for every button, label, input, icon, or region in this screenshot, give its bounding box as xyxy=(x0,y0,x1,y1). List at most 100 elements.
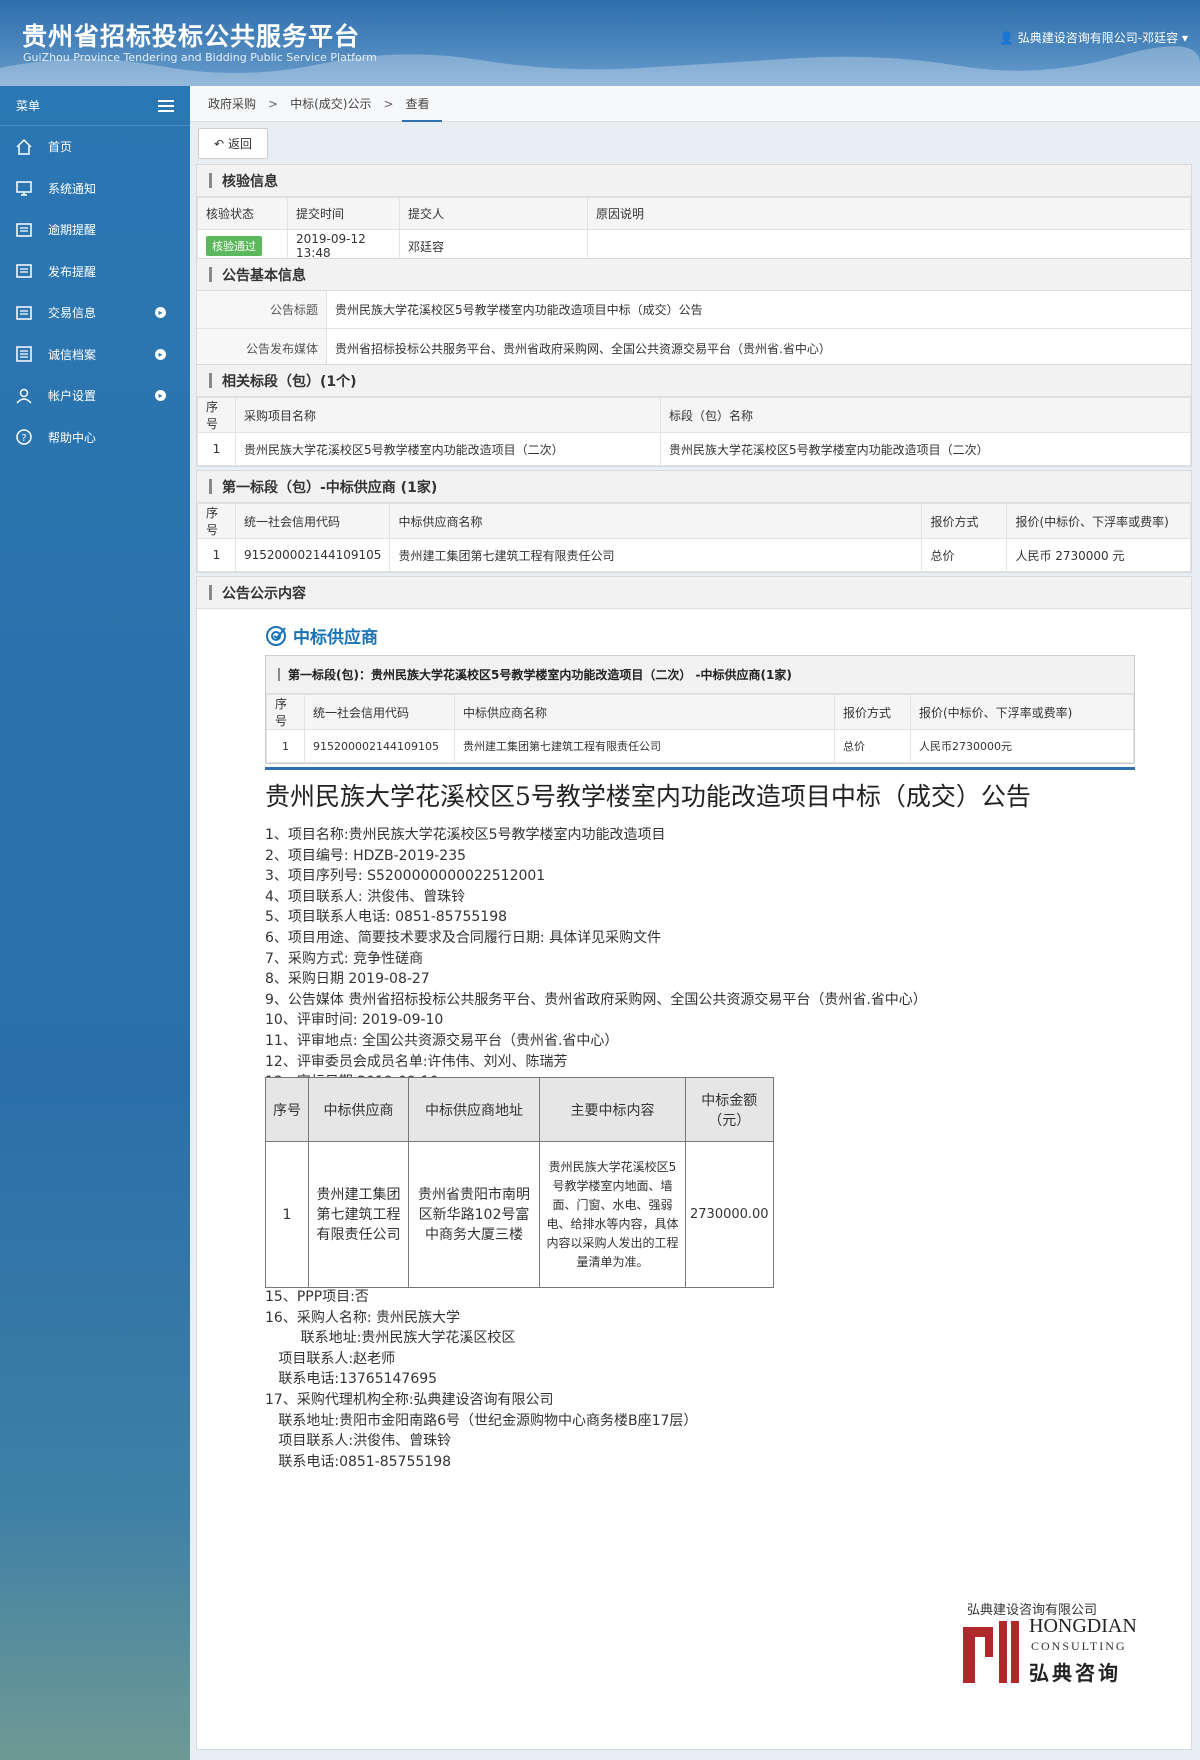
result-header-supplier: 中标供应商 xyxy=(308,1077,409,1142)
supplier-title: 第一标段（包）-中标供应商 (1家) xyxy=(197,471,1191,503)
basic-info-key: 公告发布媒体 xyxy=(197,329,327,367)
sidebar-item-trade[interactable]: 交易信息 ▸ xyxy=(0,292,190,334)
announcement-line: 17、采购代理机构全称:弘典建设咨询有限公司 xyxy=(265,1391,554,1408)
supplier-header-quote: 报价(中标价、下浮率或费率) xyxy=(1006,503,1191,539)
sidebar-item-help[interactable]: ? 帮助中心 xyxy=(0,417,190,459)
result-header-address: 中标供应商地址 xyxy=(408,1077,540,1142)
platform-subtitle: GuiZhou Province Tendering and Bidding P… xyxy=(23,51,377,64)
verify-header-person: 提交人 xyxy=(399,197,588,230)
winner-table: 序号 统一社会信用代码 中标供应商名称 报价方式 报价(中标价、下浮率或费率) … xyxy=(266,694,1134,763)
hamburger-icon[interactable] xyxy=(158,99,174,112)
winner-heading-label: 中标供应商 xyxy=(293,628,378,648)
user-menu[interactable]: 👤 弘典建设咨询有限公司-邓廷容 ▾ xyxy=(999,29,1188,46)
table-row: 1 915200002144109105 贵州建工集团第七建筑工程有限责任公司 … xyxy=(266,729,1134,763)
announcement-line: 2、项目编号: HDZB-2019-235 xyxy=(265,847,467,864)
table-row: 1 915200002144109105 贵州建工集团第七建筑工程有限责任公司 … xyxy=(197,538,1191,572)
announcement-line: 6、项目用途、简要技术要求及合同履行日期: 具体详见采购文件 xyxy=(265,929,662,946)
winner-heading: 中标供应商 xyxy=(265,623,378,648)
breadcrumb-separator: > xyxy=(268,96,279,111)
user-icon xyxy=(14,386,34,406)
announcement-line: 12、评审委员会成员名单:许伟伟、刘刈、陈瑞芳 xyxy=(265,1053,568,1070)
table-cell: 1 xyxy=(265,1141,309,1288)
sidebar-item-notice[interactable]: 系统通知 xyxy=(0,168,190,210)
table-cell: 1 xyxy=(197,432,236,466)
verify-table: 核验状态 提交时间 提交人 原因说明 核验通过 2019-09-12 13:48… xyxy=(197,197,1191,263)
result-header-content: 主要中标内容 xyxy=(539,1077,686,1142)
breadcrumb-item-award-notice[interactable]: 中标(成交)公示 xyxy=(286,86,383,122)
announcement-line: 9、公告媒体 贵州省招标投标公共服务平台、贵州省政府采购网、全国公共资源交易平台… xyxy=(265,991,927,1008)
winner-box-title: 第一标段(包)：贵州民族大学花溪校区5号教学楼室内功能改造项目（二次） -中标供… xyxy=(266,656,1134,694)
announcement-line: 联系电话:13765147695 xyxy=(265,1371,438,1388)
help-icon: ? xyxy=(14,427,34,447)
back-arrow-icon: ↶ xyxy=(213,136,225,151)
sections-header-section: 标段（包）名称 xyxy=(660,397,1191,433)
verify-header-status: 核验状态 xyxy=(197,197,288,230)
breadcrumb-item-procurement[interactable]: 政府采购 xyxy=(204,86,268,122)
chevron-right-icon: ▸ xyxy=(155,348,166,360)
winner-header-no: 序号 xyxy=(266,694,305,730)
announcement-line: 16、采购人名称: 贵州民族大学 xyxy=(265,1309,460,1326)
company-logo: 弘典建设咨询有限公司 HONGDIAN CONSULTING 弘典咨询 xyxy=(961,1599,1151,1704)
breadcrumb: 政府采购 > 中标(成交)公示 > 查看 xyxy=(190,86,1200,122)
announcement-list: 1、项目名称:贵州民族大学花溪校区5号教学楼室内功能改造项目 2、项目编号: H… xyxy=(265,825,1145,1113)
sidebar-item-credit[interactable]: 诚信档案 ▸ xyxy=(0,334,190,376)
list-icon xyxy=(14,344,34,364)
supplier-header-code: 统一社会信用代码 xyxy=(234,503,391,539)
chevron-right-icon: ▸ xyxy=(155,390,166,402)
sidebar-item-account[interactable]: 帐户设置 ▸ xyxy=(0,375,190,417)
back-button[interactable]: ↶ 返回 xyxy=(198,128,268,159)
sidebar-item-publish[interactable]: 发布提醒 xyxy=(0,251,190,293)
sidebar-item-label: 逾期提醒 xyxy=(48,223,97,238)
basic-info-value: 贵州省招标投标公共服务平台、贵州省政府采购网、全国公共资源交易平台（贵州省.省中… xyxy=(335,341,831,356)
user-name: 弘典建设咨询有限公司-邓廷容 xyxy=(1017,31,1179,45)
table-row: 1 贵州民族大学花溪校区5号教学楼室内功能改造项目（二次） 贵州民族大学花溪校区… xyxy=(197,432,1191,466)
home-icon xyxy=(14,137,34,157)
supplier-header-quote-type: 报价方式 xyxy=(921,503,1008,539)
result-header-no: 序号 xyxy=(265,1077,309,1142)
award-result-table: 序号 中标供应商 中标供应商地址 主要中标内容 中标金额（元） 1 贵州建工集团… xyxy=(265,1077,774,1288)
basic-info-row: 公告发布媒体 贵州省招标投标公共服务平台、贵州省政府采购网、全国公共资源交易平台… xyxy=(197,329,1191,367)
supplier-panel: 第一标段（包）-中标供应商 (1家) 序号 统一社会信用代码 中标供应商名称 报… xyxy=(196,470,1192,573)
table-cell: 贵州省贵阳市南明区新华路102号富中商务大厦三楼 xyxy=(408,1141,540,1288)
basic-info-value: 贵州民族大学花溪校区5号教学楼室内功能改造项目中标（成交）公告 xyxy=(335,303,703,317)
caret-down-icon: ▾ xyxy=(1181,31,1188,45)
table-cell: 贵州民族大学花溪校区5号教学楼室内功能改造项目（二次） xyxy=(235,432,661,466)
content-panel: 公告公示内容 中标供应商 第一标段(包)：贵州民族大学花溪校区5号教学楼室内功能… xyxy=(196,576,1192,1750)
document-icon xyxy=(14,220,34,240)
table-cell: 总价 xyxy=(834,729,911,763)
winner-header-quote-type: 报价方式 xyxy=(834,694,911,730)
verify-header-time: 提交时间 xyxy=(287,197,400,230)
table-cell: 人民币2730000元 xyxy=(910,729,1134,763)
announcement-line: 15、PPP项目:否 xyxy=(265,1289,369,1305)
document-icon xyxy=(14,303,34,323)
table-cell: 贵州建工集团第七建筑工程有限责任公司 xyxy=(308,1141,409,1288)
table-cell: 贵州民族大学花溪校区5号教学楼室内功能改造项目（二次） xyxy=(660,432,1191,466)
announcement-line: 7、采购方式: 竞争性磋商 xyxy=(265,950,424,967)
user-icon: 👤 xyxy=(999,31,1014,45)
document-icon xyxy=(14,261,34,281)
chevron-right-icon: ▸ xyxy=(155,307,166,319)
sidebar-item-label: 首页 xyxy=(48,140,73,155)
table-cell: 总价 xyxy=(921,538,1008,572)
sidebar-item-home[interactable]: 首页 xyxy=(0,126,190,168)
logo-en-2: CONSULTING xyxy=(1031,1639,1127,1653)
top-header: 贵州省招标投标公共服务平台 GuiZhou Province Tendering… xyxy=(0,0,1200,86)
verify-panel: 核验信息 核验状态 提交时间 提交人 原因说明 核验通过 2019-09-12 … xyxy=(196,164,1192,264)
sections-table: 序号 采购项目名称 标段（包）名称 1 贵州民族大学花溪校区5号教学楼室内功能改… xyxy=(197,397,1191,466)
table-cell: 贵州民族大学花溪校区5号教学楼室内地面、墙面、门窗、水电、强弱电、给排水等内容，… xyxy=(539,1141,686,1288)
announcement-line: 联系地址:贵州民族大学花溪区校区 xyxy=(265,1330,516,1347)
sidebar-menu-head: 菜单 xyxy=(0,86,190,126)
basic-info-key: 公告标题 xyxy=(197,291,327,328)
sections-header-project: 采购项目名称 xyxy=(235,397,661,433)
sections-header-no: 序号 xyxy=(197,397,236,433)
platform-title: 贵州省招标投标公共服务平台 xyxy=(22,22,361,51)
sidebar-item-label: 系统通知 xyxy=(48,181,97,196)
announcement-line: 11、评审地点: 全国公共资源交易平台（贵州省.省中心） xyxy=(265,1032,619,1049)
announcement-line: 4、项目联系人: 洪俊伟、曾珠铃 xyxy=(265,888,466,905)
announcement-line: 8、采购日期 2019-08-27 xyxy=(265,971,430,988)
announcement-line: 联系电话:0851-85755198 xyxy=(265,1453,452,1470)
sidebar-item-overdue[interactable]: 逾期提醒 xyxy=(0,209,190,251)
table-cell: 贵州建工集团第七建筑工程有限责任公司 xyxy=(454,729,835,763)
winner-header-code: 统一社会信用代码 xyxy=(304,694,455,730)
announcement-line: 10、评审时间: 2019-09-10 xyxy=(265,1012,444,1029)
